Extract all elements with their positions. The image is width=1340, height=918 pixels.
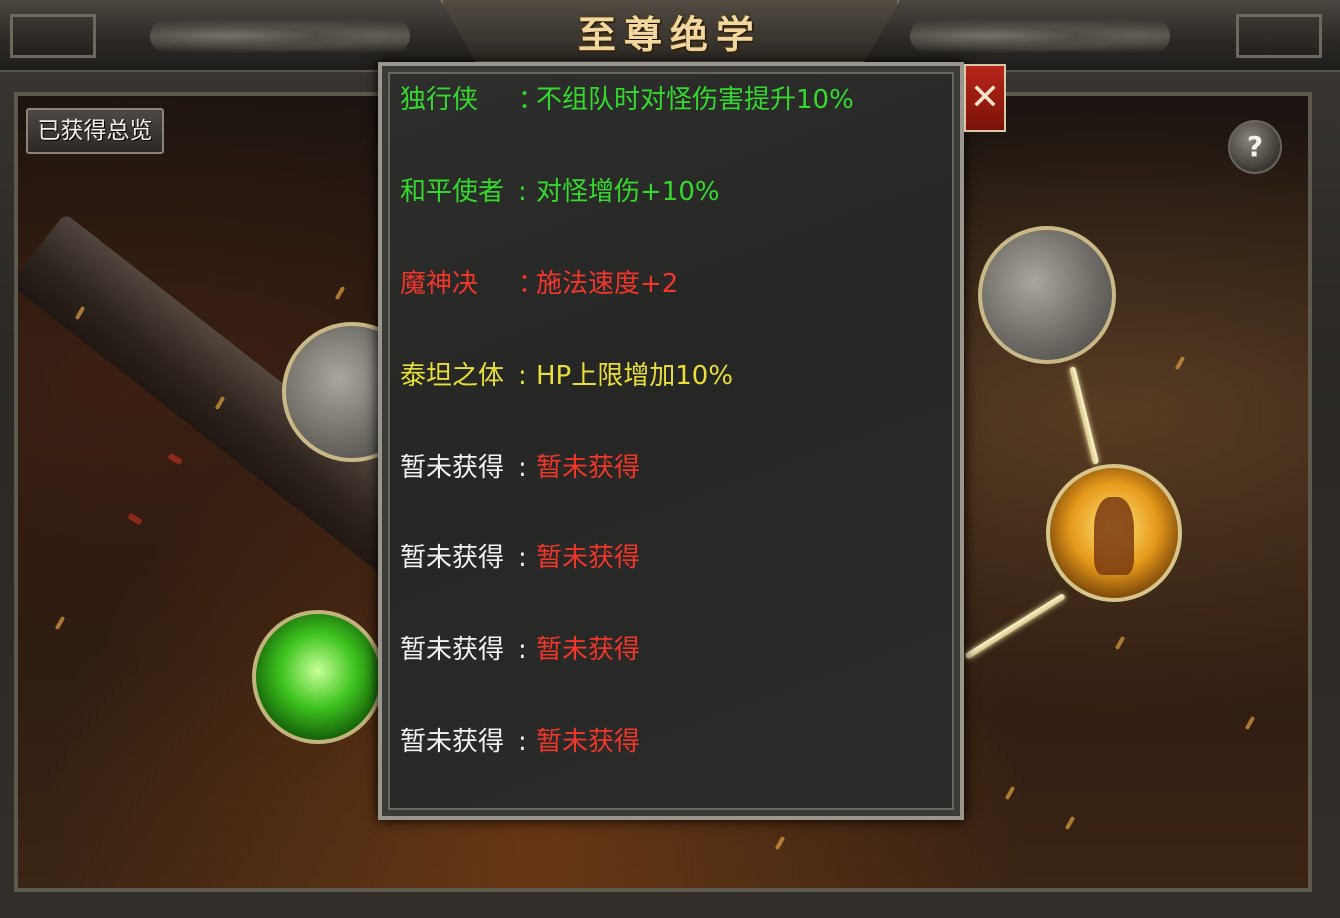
corner-ornament-right <box>1236 14 1322 58</box>
skill-colon: : <box>518 361 527 391</box>
skill-effect: 对怪增伤+10% <box>536 177 720 207</box>
skill-tooltip-panel: 独行侠 ：不组队时对怪伤害提升10% 和平使者: 对怪增伤+10% 魔神决 ：施法速度… <box>378 62 964 820</box>
dragon-ornament-right <box>910 18 1170 54</box>
skill-colon: : <box>518 177 527 207</box>
skill-name: 和平使者 <box>400 177 505 207</box>
ember-particle <box>54 615 66 631</box>
skill-row: 暂未获得: 暂未获得 <box>400 450 640 486</box>
skill-effect: 不组队时对怪伤害提升10% <box>536 85 854 115</box>
skill-name: 暂未获得 <box>400 543 505 573</box>
skill-row: 暂未获得: 暂未获得 <box>400 540 640 576</box>
ember-particle <box>1004 785 1016 801</box>
skill-effect: 暂未获得 <box>536 635 641 665</box>
skill-colon: : <box>518 727 527 757</box>
skill-node-locked[interactable] <box>978 226 1116 364</box>
skill-effect: 暂未获得 <box>536 727 641 757</box>
skill-node-lone-ranger[interactable] <box>252 610 384 744</box>
skill-colon: : <box>518 543 527 573</box>
dragon-ornament-left <box>150 18 410 54</box>
close-button[interactable]: ✕ <box>964 64 1006 132</box>
ember-particle <box>1064 815 1076 831</box>
ember-particle <box>1244 715 1256 731</box>
skill-name: 暂未获得 <box>400 453 505 483</box>
skill-effect: 施法速度+2 <box>536 269 679 299</box>
ember-particle <box>334 285 346 301</box>
window-title: 至尊绝学 <box>577 12 762 57</box>
skill-effect: 暂未获得 <box>536 543 641 573</box>
ember-particle <box>167 452 183 466</box>
skill-effect: 暂未获得 <box>536 453 641 483</box>
skill-colon: : <box>518 453 527 483</box>
help-icon[interactable]: ? <box>1228 120 1282 174</box>
ember-particle <box>1174 355 1186 371</box>
skill-name: 暂未获得 <box>400 727 505 757</box>
skill-colon: : <box>518 635 527 665</box>
ember-particle <box>1114 635 1126 651</box>
skill-effect: HP上限增加10% <box>536 361 734 391</box>
corner-ornament-left <box>10 14 96 58</box>
skill-colon: ： <box>518 85 545 115</box>
skill-name: 魔神决 <box>400 269 479 299</box>
acquired-overview-button[interactable]: 已获得总览 <box>26 108 164 154</box>
skill-row: 暂未获得: 暂未获得 <box>400 632 640 668</box>
skill-row: 泰坦之体: HP上限增加10% <box>400 358 733 394</box>
ember-particle <box>127 512 143 526</box>
ember-particle <box>774 835 786 851</box>
skill-colon: ： <box>518 269 545 299</box>
skill-node-titan-body[interactable] <box>1046 464 1182 602</box>
skill-row: 魔神决 ：施法速度+2 <box>400 266 678 302</box>
titan-figure-icon <box>1093 496 1135 575</box>
skill-row: 暂未获得: 暂未获得 <box>400 724 640 760</box>
skill-name: 泰坦之体 <box>400 361 505 391</box>
skill-row: 独行侠 ：不组队时对怪伤害提升10% <box>400 82 854 118</box>
skill-row: 和平使者: 对怪增伤+10% <box>400 174 720 210</box>
skill-name: 独行侠 <box>400 85 479 115</box>
skill-name: 暂未获得 <box>400 635 505 665</box>
